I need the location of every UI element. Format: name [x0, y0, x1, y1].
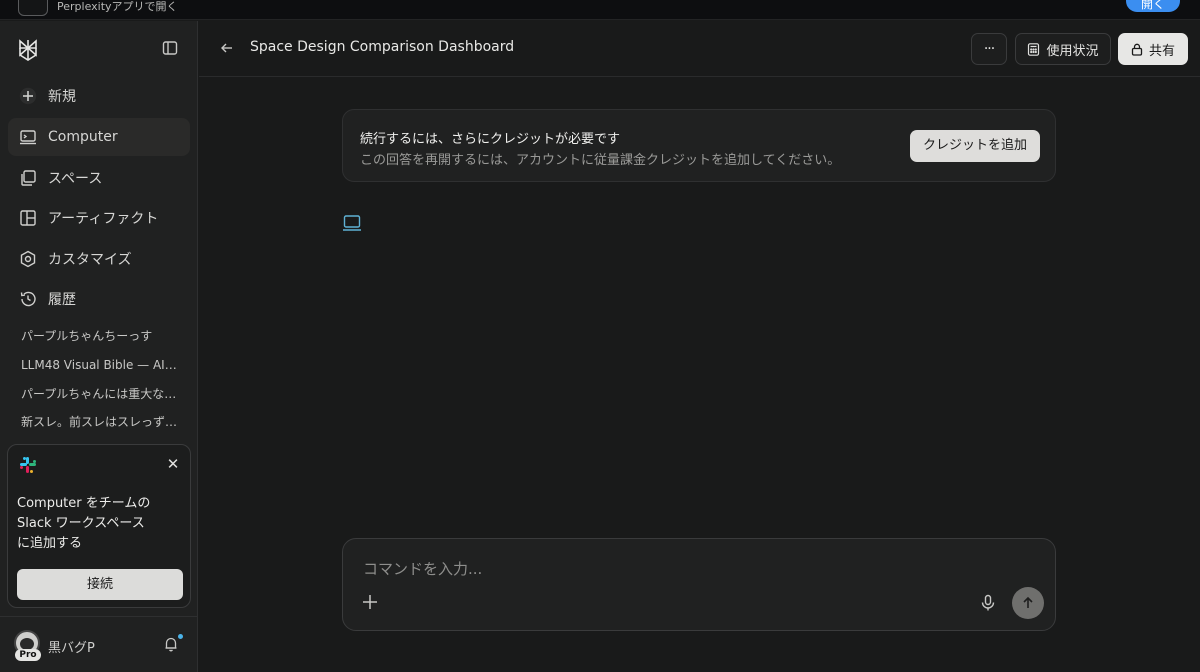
credit-notice-title: 続行するには、さらにクレジットが必要です [360, 132, 621, 147]
spaces-icon [18, 168, 38, 188]
command-input[interactable]: コマンドを入力... [363, 558, 482, 579]
sidebar-item-artifacts[interactable]: アーティファクト [8, 199, 190, 237]
usage-label: 使用状況 [1046, 43, 1099, 59]
microphone-icon[interactable] [979, 594, 997, 612]
sidebar-item-label: スペース [48, 171, 103, 187]
notification-dot [178, 634, 183, 639]
history-item[interactable]: パープルちゃんちーっす [21, 327, 181, 344]
sidebar-toggle-icon[interactable] [162, 40, 180, 58]
sidebar-item-label: Computer [48, 129, 118, 145]
sidebar: 新規 Computer スペース アーティファクト カスタマイズ 履歴 パープル… [0, 21, 198, 672]
usage-button[interactable]: 使用状況 [1015, 33, 1111, 65]
sidebar-item-customize[interactable]: カスタマイズ [8, 240, 190, 278]
credit-notice: 続行するには、さらにクレジットが必要です この回答を再開するには、アカウントに従… [342, 109, 1056, 182]
share-label: 共有 [1148, 43, 1175, 59]
history-item[interactable]: LLM48 Visual Bible — AIア… [21, 356, 181, 373]
sidebar-item-new[interactable]: 新規 [8, 77, 190, 115]
more-icon: ··· [983, 41, 995, 57]
add-credits-button[interactable]: クレジットを追加 [910, 130, 1040, 162]
command-composer[interactable]: コマンドを入力... [342, 538, 1056, 631]
open-app-button[interactable]: 開く [1126, 0, 1180, 12]
more-options-button[interactable]: ··· [971, 33, 1007, 65]
pro-badge: Pro [15, 649, 41, 661]
close-icon[interactable]: ✕ [166, 457, 180, 472]
send-button[interactable] [1012, 587, 1044, 619]
computer-icon [18, 127, 38, 147]
connect-button[interactable]: 接続 [17, 569, 183, 600]
calculator-icon [1027, 42, 1040, 56]
computer-icon [342, 213, 362, 233]
slack-promo-message: Computer をチームの Slack ワークスペースに追加する [17, 496, 151, 551]
perplexity-logo-icon[interactable] [16, 38, 40, 62]
app-banner: Perplexityアプリで開く 開く [0, 0, 1200, 20]
hexagon-icon [18, 249, 38, 269]
page-header: Space Design Comparison Dashboard ··· 使用… [199, 21, 1200, 77]
slack-promo-card: ✕ Computer をチームの Slack ワークスペースに追加する 接続 [7, 444, 191, 608]
page-title: Space Design Comparison Dashboard [250, 39, 515, 55]
sidebar-item-label: 履歴 [48, 292, 76, 308]
credit-notice-subtitle: この回答を再開するには、アカウントに従量課金クレジットを追加してください。 [360, 153, 841, 168]
sidebar-item-computer[interactable]: Computer [8, 118, 190, 156]
history-item[interactable]: 新スレ。前スレはスレっずに… [21, 413, 181, 430]
bell-icon[interactable] [163, 636, 179, 652]
plus-icon[interactable] [361, 593, 381, 613]
lock-icon [1131, 43, 1143, 56]
share-button[interactable]: 共有 [1118, 33, 1188, 65]
user-profile[interactable]: Pro 黒バグP [0, 616, 198, 672]
perplexity-app-icon [18, 0, 48, 16]
sidebar-item-label: カスタマイズ [48, 252, 132, 268]
arrow-up-icon [1023, 596, 1033, 608]
username: 黒バグP [48, 641, 95, 656]
slack-icon [19, 456, 37, 474]
sidebar-item-spaces[interactable]: スペース [8, 159, 190, 197]
sidebar-item-label: 新規 [48, 89, 76, 105]
artifact-icon [18, 208, 38, 228]
history-icon [18, 289, 38, 309]
sidebar-item-label: アーティファクト [48, 211, 159, 227]
plus-icon [18, 86, 38, 106]
sidebar-item-history[interactable]: 履歴 [8, 280, 190, 318]
app-banner-text: Perplexityアプリで開く [57, 0, 178, 13]
back-arrow-icon[interactable] [219, 40, 235, 56]
history-item[interactable]: パープルちゃんには重大なお… [21, 385, 181, 402]
